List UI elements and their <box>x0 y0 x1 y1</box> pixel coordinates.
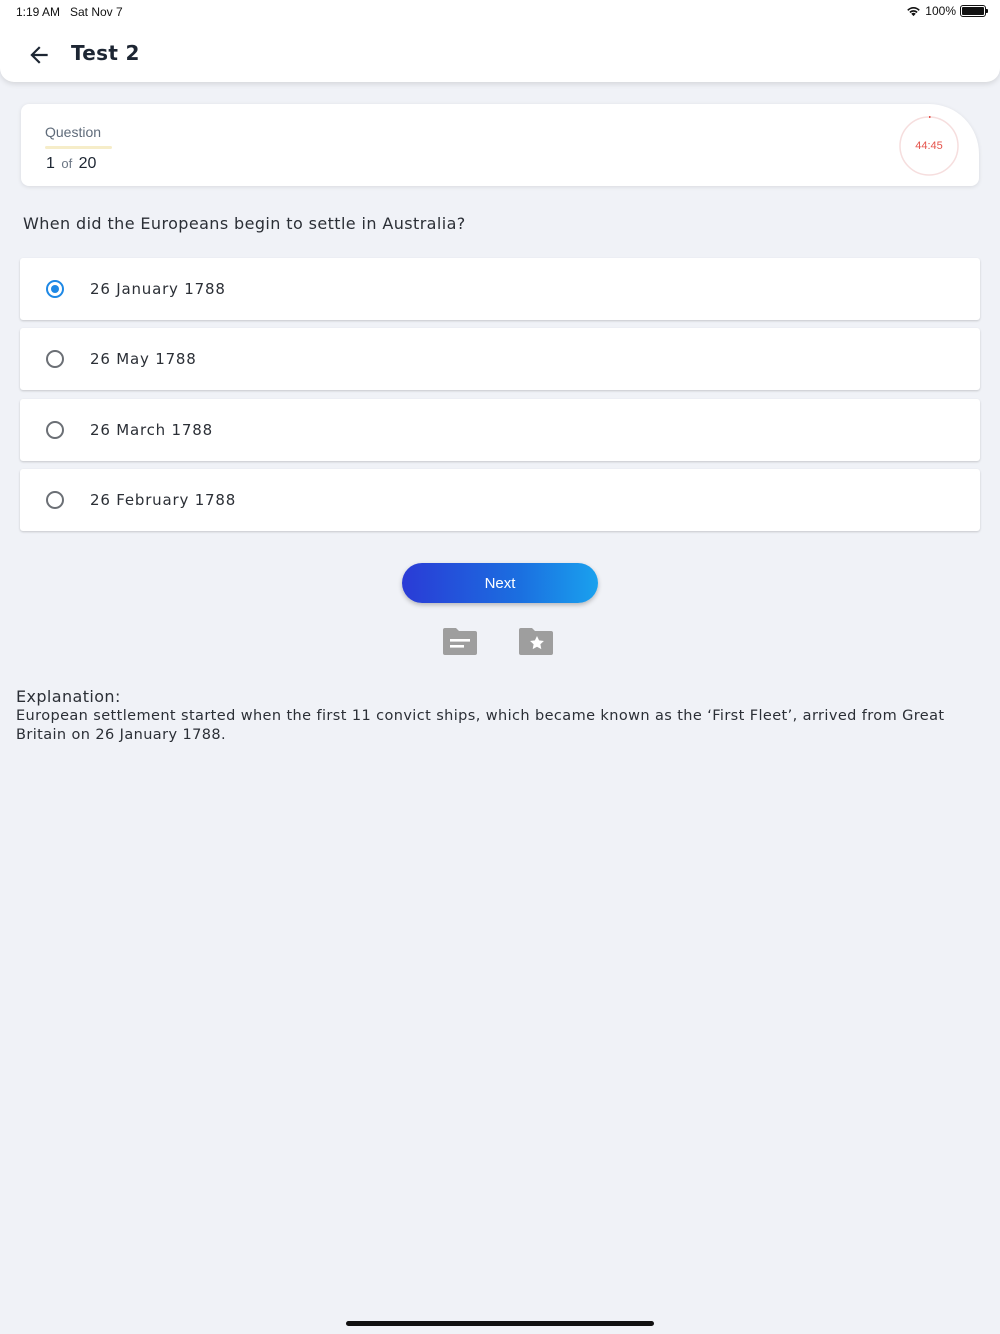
question-card: Question 1 of 20 44:45 <box>21 104 979 186</box>
battery-icon <box>960 5 988 17</box>
radio-unselected-icon[interactable] <box>46 350 64 368</box>
question-label: Question <box>45 124 102 140</box>
question-of-label: of <box>61 156 73 171</box>
status-bar: 1:19 AM Sat Nov 7 100% <box>0 0 1000 24</box>
question-text: When did the Europeans begin to settle i… <box>23 214 466 233</box>
status-time: 1:19 AM <box>16 5 61 19</box>
radio-unselected-icon[interactable] <box>46 491 64 509</box>
answer-option-label: 26 January 1788 <box>90 280 226 298</box>
wifi-icon <box>907 7 921 17</box>
question-label-underline <box>45 146 112 149</box>
radio-unselected-icon[interactable] <box>46 421 64 439</box>
answer-option[interactable]: 26 January 1788 <box>20 258 980 320</box>
question-progress: 1 of 20 <box>46 155 96 173</box>
status-indicators: 100% <box>906 4 988 18</box>
answer-option-label: 26 February 1788 <box>90 491 237 509</box>
status-date: Sat Nov 7 <box>70 5 123 19</box>
question-total: 20 <box>78 155 97 172</box>
explanation-heading: Explanation: <box>16 687 121 706</box>
radio-selected-icon[interactable] <box>46 280 64 298</box>
page-title: Test 2 <box>71 41 140 65</box>
next-button[interactable]: Next <box>402 563 598 603</box>
folder-star-icon[interactable] <box>518 625 554 657</box>
answer-option-label: 26 May 1788 <box>90 350 197 368</box>
answer-option[interactable]: 26 May 1788 <box>20 328 980 390</box>
folder-notes-icon[interactable] <box>442 625 478 657</box>
answer-option-label: 26 March 1788 <box>90 421 213 439</box>
answer-option[interactable]: 26 March 1788 <box>20 399 980 461</box>
countdown-timer: 44:45 <box>898 115 960 177</box>
explanation-body: European settlement started when the fir… <box>16 708 945 743</box>
back-arrow-icon[interactable] <box>26 42 52 68</box>
question-current: 1 <box>46 155 55 172</box>
answer-option[interactable]: 26 February 1788 <box>20 469 980 531</box>
home-indicator <box>346 1321 654 1326</box>
timer-text: 44:45 <box>915 140 943 152</box>
battery-percent: 100% <box>925 4 956 18</box>
